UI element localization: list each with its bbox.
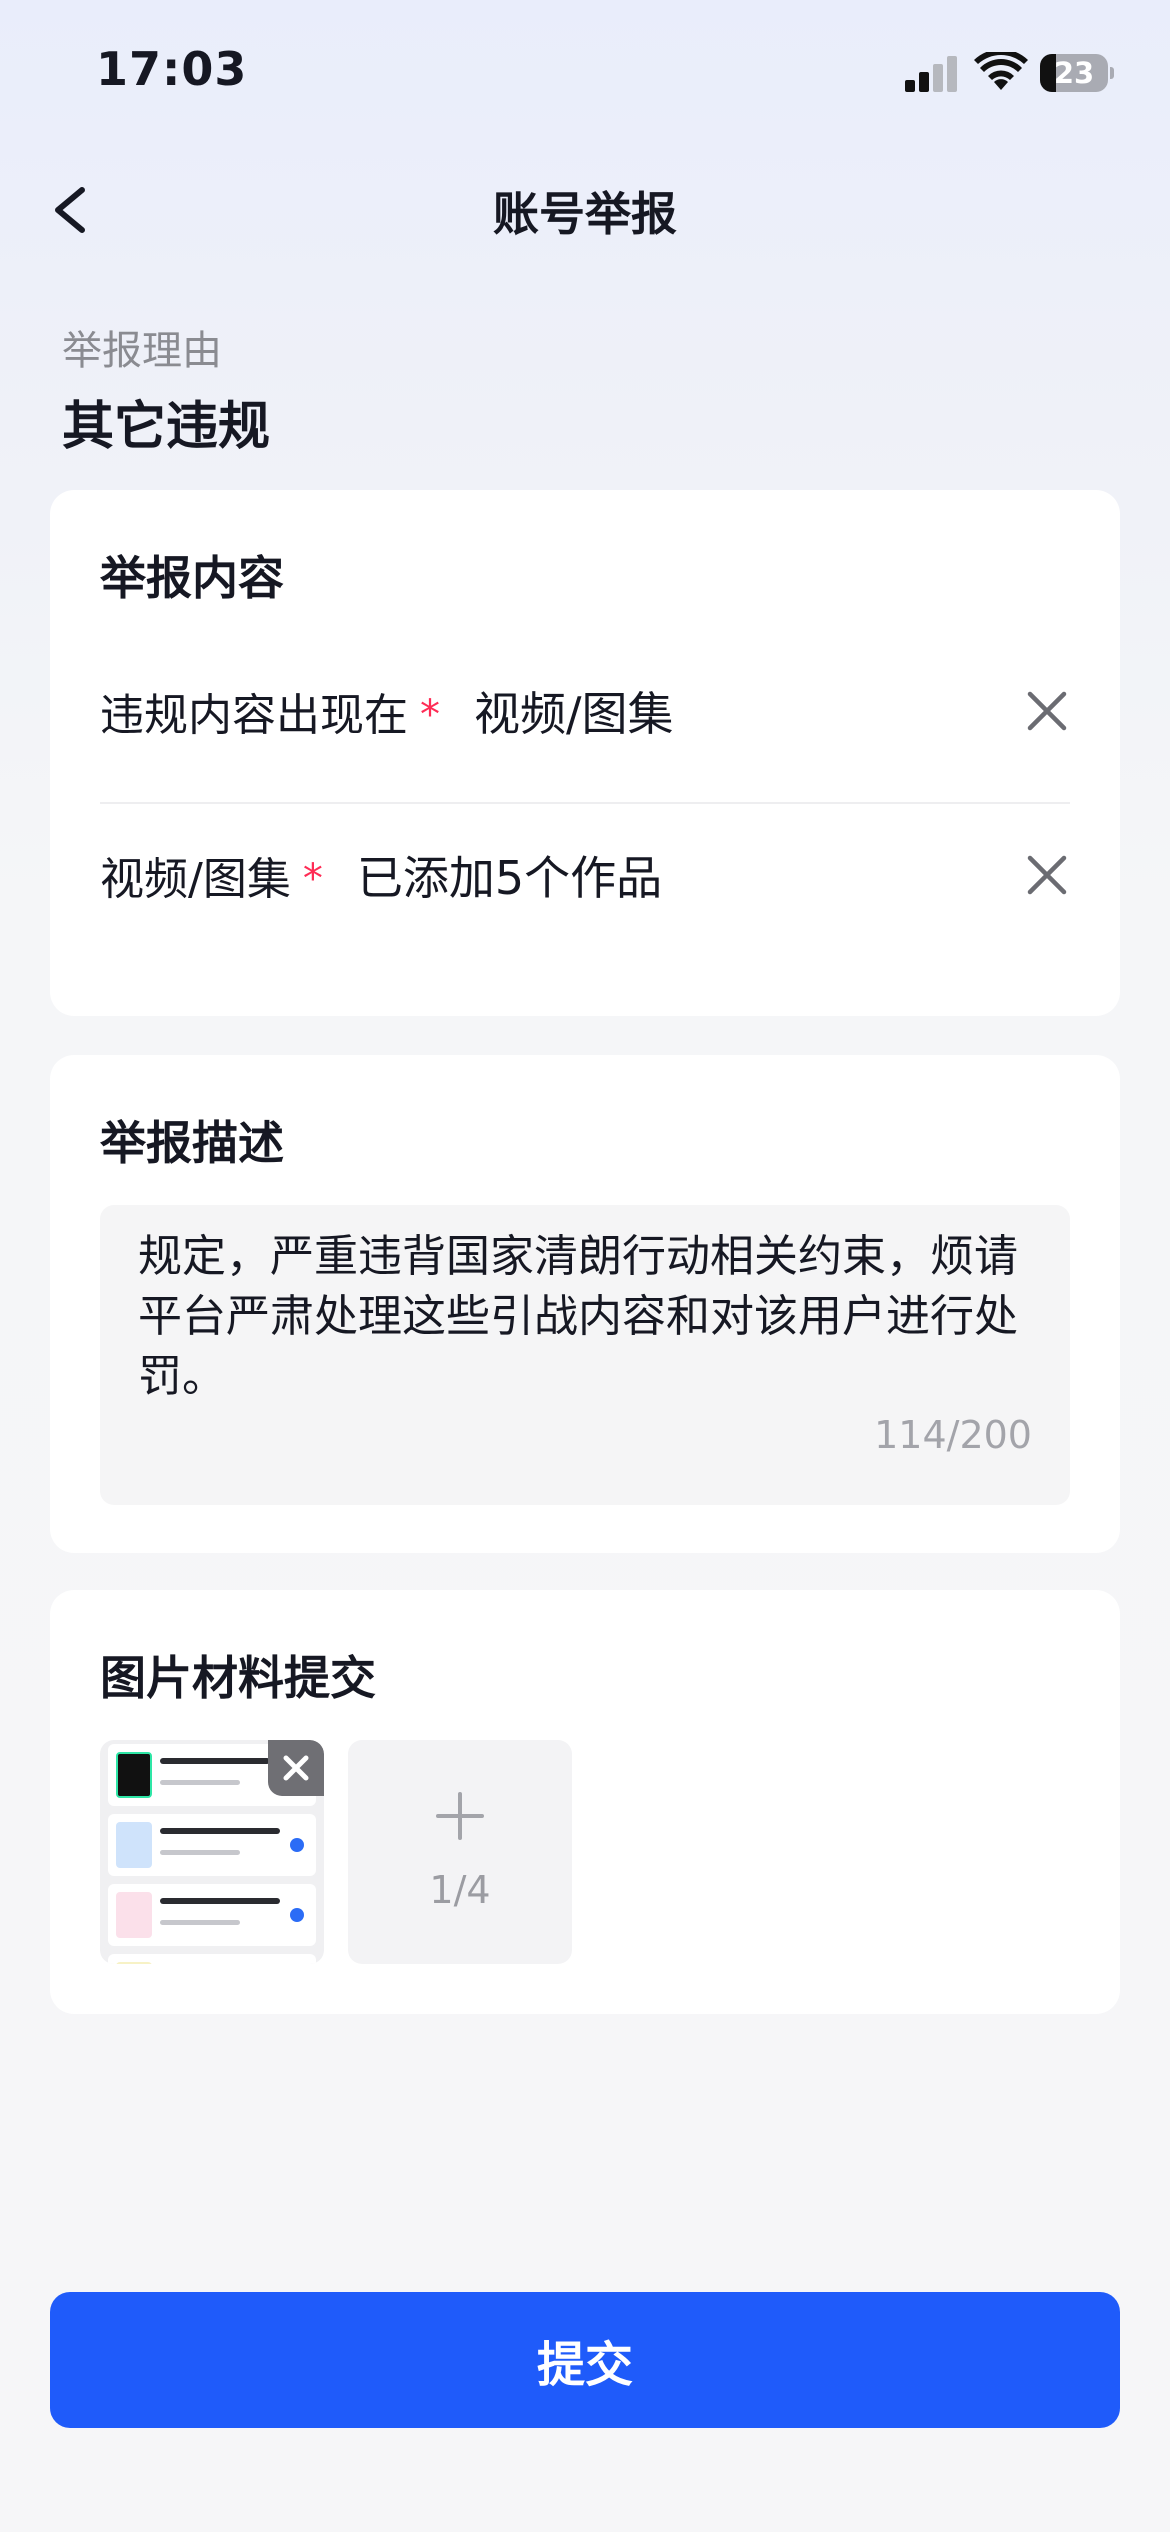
status-time: 17:03 — [96, 42, 248, 96]
image-count: 1/4 — [429, 1868, 491, 1912]
close-icon — [283, 1755, 309, 1781]
videos-row[interactable]: 视频/图集 * 已添加5个作品 — [100, 820, 1070, 930]
list-item — [108, 1814, 316, 1876]
report-description-card: 举报描述 规定，严重违背国家清朗行动相关约束，烦请平台严肃处理这些引战内容和对该… — [50, 1055, 1120, 1553]
row-value: 视频/图集 — [474, 687, 674, 741]
battery-level: 23 — [1053, 56, 1095, 90]
battery-icon: 23 — [1040, 54, 1114, 92]
report-content-card: 举报内容 违规内容出现在 * 视频/图集 视频/图集 * 已添加5个作品 — [50, 490, 1120, 1016]
row-label: 视频/图集 — [100, 854, 291, 905]
remove-image-button[interactable] — [268, 1740, 324, 1796]
close-icon[interactable] — [1024, 688, 1070, 734]
submit-button[interactable]: 提交 — [50, 2292, 1120, 2428]
uploaded-image-thumbnail[interactable] — [100, 1740, 324, 1964]
image-evidence-card: 图片材料提交 1/4 — [50, 1590, 1120, 2014]
character-counter: 114/200 — [874, 1413, 1032, 1457]
list-item — [108, 1884, 316, 1946]
required-mark: * — [420, 692, 440, 738]
card-title: 举报内容 — [100, 551, 284, 605]
row-label: 违规内容出现在 — [100, 690, 408, 741]
divider — [100, 802, 1070, 804]
violation-location-row[interactable]: 违规内容出现在 * 视频/图集 — [100, 656, 1070, 766]
close-icon[interactable] — [1024, 852, 1070, 898]
card-title: 举报描述 — [100, 1116, 284, 1170]
required-mark: * — [302, 856, 323, 902]
reason-value: 其它违规 — [62, 397, 271, 457]
row-value: 已添加5个作品 — [356, 851, 663, 905]
page-title: 账号举报 — [493, 187, 677, 241]
plus-icon — [436, 1792, 484, 1840]
list-item — [108, 1954, 316, 1964]
card-title: 图片材料提交 — [100, 1651, 376, 1705]
description-textarea[interactable]: 规定，严重违背国家清朗行动相关约束，烦请平台严肃处理这些引战内容和对该用户进行处… — [100, 1205, 1070, 1505]
reason-label: 举报理由 — [62, 328, 222, 374]
cellular-signal-icon — [905, 56, 959, 92]
description-text: 规定，严重违背国家清朗行动相关约束，烦请平台严肃处理这些引战内容和对该用户进行处… — [138, 1231, 1018, 1402]
status-bar: 17:03 23 — [0, 0, 1170, 150]
wifi-icon — [974, 52, 1028, 90]
add-image-button[interactable]: 1/4 — [348, 1740, 572, 1964]
